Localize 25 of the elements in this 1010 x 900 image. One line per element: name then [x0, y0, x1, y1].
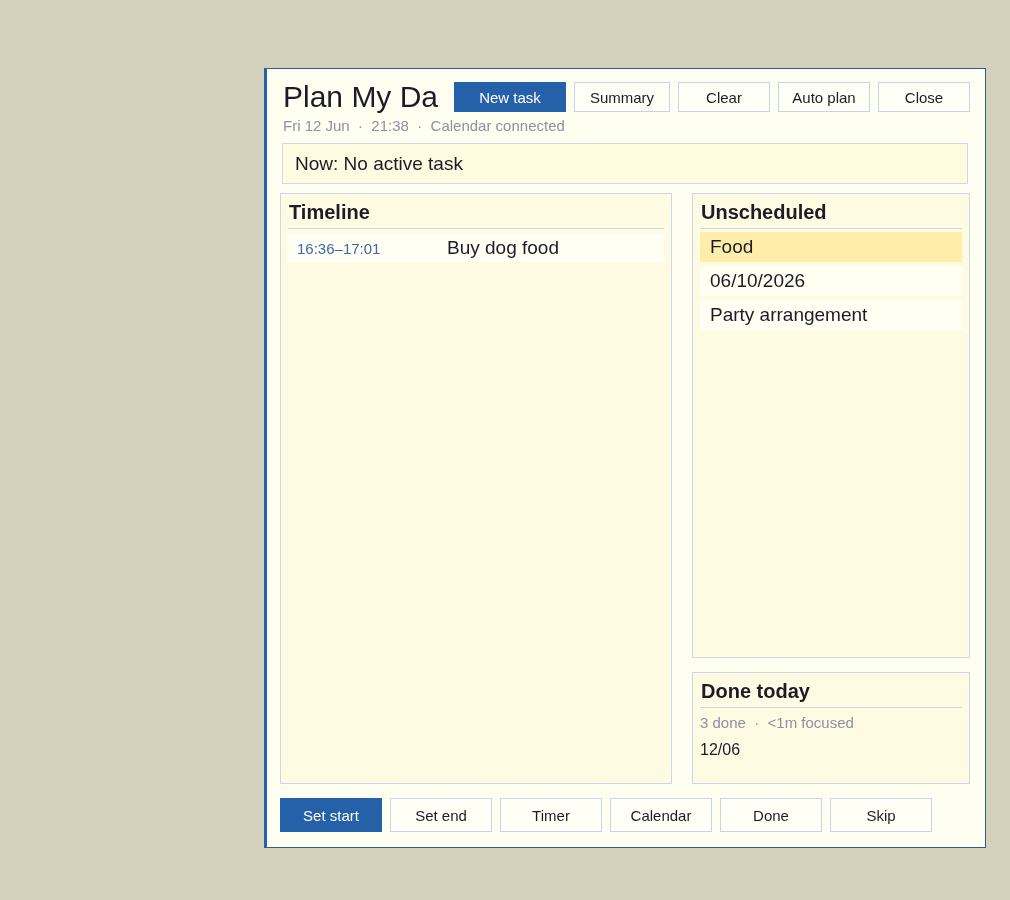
timeline-row[interactable]: 16:36–17:01 Buy dog food: [288, 234, 664, 262]
status-line: Fri 12 Jun · 21:38 · Calendar connected: [283, 117, 566, 134]
now-banner: Now: No active task: [282, 143, 968, 184]
panel-heading: Timeline: [288, 198, 664, 229]
action-button[interactable]: Timer: [500, 798, 602, 832]
toolbar-button[interactable]: Clear: [678, 82, 770, 112]
toolbar-button[interactable]: Close: [878, 82, 970, 112]
toolbar-button[interactable]: New task: [454, 82, 566, 112]
panel-heading: Unscheduled: [700, 198, 962, 229]
toolbar-button[interactable]: Summary: [574, 82, 670, 112]
task-list-item[interactable]: Party arrangement: [700, 300, 962, 330]
action-button[interactable]: Skip: [830, 798, 932, 832]
task-title: Buy dog food: [447, 237, 559, 259]
task-list-item[interactable]: 06/10/2026: [700, 266, 962, 296]
toolbar-button[interactable]: Auto plan: [778, 82, 870, 112]
action-button[interactable]: Done: [720, 798, 822, 832]
action-button[interactable]: Set end: [390, 798, 492, 832]
done-item: 12/06: [700, 741, 742, 759]
action-button[interactable]: Calendar: [610, 798, 712, 832]
done-stats: 3 done · <1m focused: [700, 714, 855, 731]
task-list-item[interactable]: Food: [700, 232, 962, 262]
app-title: Plan My Da: [283, 82, 439, 112]
action-button[interactable]: Set start: [280, 798, 382, 832]
time-range: 16:36–17:01: [297, 239, 382, 257]
panel-heading: Done today: [700, 677, 962, 708]
